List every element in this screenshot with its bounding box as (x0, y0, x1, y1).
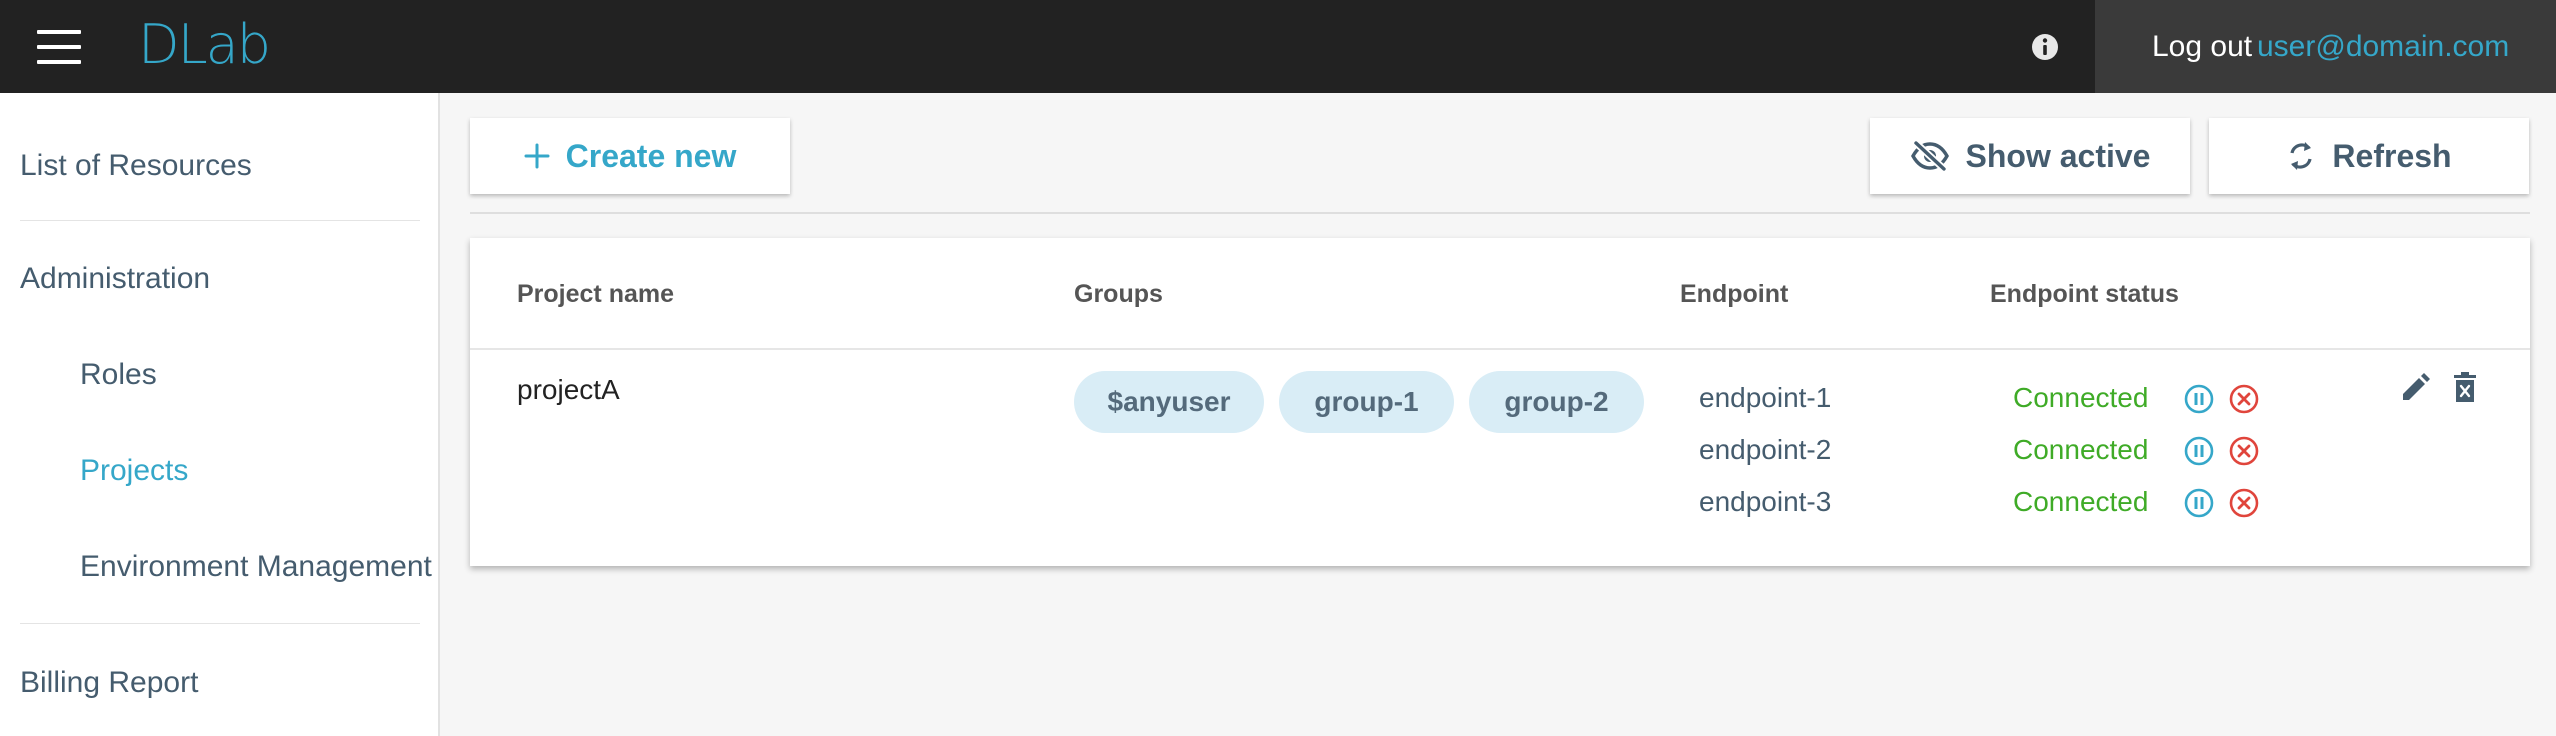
close-circle-icon[interactable] (2228, 435, 2260, 467)
pause-icon[interactable] (2183, 487, 2215, 519)
sidebar-divider (20, 220, 420, 221)
refresh-label: Refresh (2332, 137, 2452, 174)
sidebar-divider (20, 623, 420, 624)
endpoint-name: endpoint-1 (1699, 382, 1832, 413)
logout-link[interactable]: Log out (2152, 0, 2252, 93)
endpoint-status: Connected (2013, 382, 2149, 413)
edit-icon[interactable] (2399, 372, 2431, 404)
column-header-endpoint: Endpoint (1680, 280, 1789, 308)
column-header-endpoint-status: Endpoint status (1990, 280, 2179, 308)
sidebar-item-billing-report[interactable]: Billing Report (20, 666, 198, 700)
column-header-project-name: Project name (517, 280, 675, 308)
logout-area: Log out user@domain.com (2095, 0, 2556, 93)
header-divider (470, 348, 2530, 350)
sidebar: List of Resources Administration Roles P… (0, 93, 440, 736)
show-active-label: Show active (1965, 137, 2151, 174)
sidebar-item-roles[interactable]: Roles (80, 358, 157, 392)
info-icon[interactable] (2030, 32, 2060, 62)
endpoint-status: Connected (2013, 434, 2149, 465)
app-logo[interactable]: DLab (138, 14, 271, 76)
group-chip: group-2 (1469, 371, 1644, 433)
sidebar-item-projects[interactable]: Projects (80, 454, 188, 488)
endpoint-name: endpoint-3 (1699, 486, 1832, 517)
column-header-groups: Groups (1074, 280, 1163, 308)
close-circle-icon[interactable] (2228, 487, 2260, 519)
show-active-button[interactable]: Show active (1870, 118, 2190, 194)
group-chip: $anyuser (1074, 371, 1264, 433)
endpoint-name: endpoint-2 (1699, 434, 1832, 465)
user-email[interactable]: user@domain.com (2257, 0, 2509, 93)
delete-icon[interactable] (2451, 372, 2479, 404)
refresh-button[interactable]: Refresh (2209, 118, 2529, 194)
close-circle-icon[interactable] (2228, 383, 2260, 415)
project-name-cell: projectA (517, 374, 620, 405)
sidebar-item-list-of-resources[interactable]: List of Resources (20, 149, 252, 183)
sidebar-item-administration[interactable]: Administration (20, 262, 210, 296)
top-bar: DLab Log out user@domain.com (0, 0, 2556, 93)
sidebar-item-environment-management[interactable]: Environment Management (80, 550, 432, 584)
pause-icon[interactable] (2183, 383, 2215, 415)
toolbar-divider (470, 212, 2530, 214)
endpoint-status: Connected (2013, 486, 2149, 517)
group-chip: group-1 (1279, 371, 1454, 433)
pause-icon[interactable] (2183, 435, 2215, 467)
refresh-icon (2290, 142, 2312, 170)
plus-icon (524, 143, 550, 169)
eye-off-icon (1910, 140, 1949, 172)
create-new-button[interactable]: Create new (470, 118, 790, 194)
create-new-label: Create new (565, 137, 737, 174)
projects-table: Project name Groups Endpoint Endpoint st… (470, 238, 2530, 566)
menu-icon[interactable] (37, 30, 81, 64)
